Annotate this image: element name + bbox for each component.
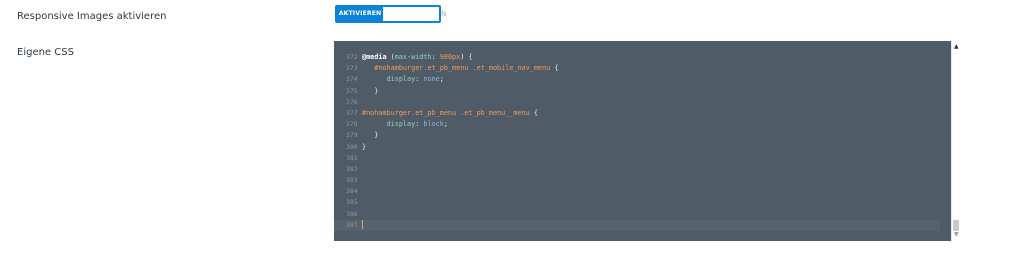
code-token: {: [550, 64, 559, 73]
scrollbar-thumb[interactable]: [953, 220, 959, 231]
line-number: 387: [346, 220, 358, 229]
code-text: #nohamburger.et_pb_menu .et_mobile_nav_m…: [362, 63, 558, 74]
code-line[interactable]: 372 @media (max-width: 980px) {: [334, 52, 951, 63]
line-number: 377: [346, 108, 358, 117]
code-line[interactable]: 377 #nohamburger.et_pb_menu .et_pb_menu__…: [334, 108, 951, 119]
text-cursor: [362, 220, 363, 230]
code-text: }: [362, 142, 366, 153]
code-text: display: block;: [362, 119, 448, 130]
line-number: 382: [346, 164, 358, 173]
code-line[interactable]: 384: [334, 186, 951, 197]
toggle-on-label: AKTIVIEREN: [337, 7, 383, 21]
code-token: ;: [439, 75, 444, 84]
code-line[interactable]: 381: [334, 153, 951, 164]
code-text: @media (max-width: 980px) {: [362, 52, 473, 63]
line-number: 385: [346, 198, 358, 207]
line-number: 378: [346, 120, 358, 129]
code-token: #nohamburger.et_pb_menu .et_pb_menu__men…: [362, 108, 530, 117]
code-token: max-width: [394, 53, 432, 61]
scroll-up-icon[interactable]: ▲: [954, 44, 959, 50]
code-token: @media: [362, 53, 387, 61]
code-token: #nohamburger.et_pb_menu .et_mobile_nav_m…: [374, 64, 551, 73]
code-line[interactable]: 375 }: [334, 86, 951, 97]
code-token: }: [362, 142, 367, 151]
code-line[interactable]: 385: [334, 197, 951, 208]
code-token: block: [423, 120, 444, 129]
code-text: }: [362, 130, 378, 141]
responsive-images-label: Responsive Images aktivieren: [17, 11, 167, 22]
code-line[interactable]: 379 }: [334, 130, 951, 141]
line-number: 376: [346, 97, 358, 106]
line-number: 375: [346, 86, 358, 95]
responsive-images-toggle[interactable]: AKTIVIEREN N: [335, 5, 446, 23]
line-number: 374: [346, 75, 358, 84]
code-text: display: none;: [362, 74, 444, 85]
code-line[interactable]: 373 #nohamburger.et_pb_menu .et_mobile_n…: [334, 63, 951, 74]
line-number: 383: [346, 176, 358, 185]
code-line[interactable]: 382: [334, 164, 951, 175]
code-line[interactable]: 376: [334, 97, 951, 108]
code-line[interactable]: 380}: [334, 142, 951, 153]
code-token: {: [529, 108, 538, 117]
line-number: 384: [346, 187, 358, 196]
code-text: #nohamburger.et_pb_menu .et_pb_menu__men…: [362, 108, 538, 119]
code-token: none: [423, 75, 440, 84]
scroll-down-icon[interactable]: ▼: [954, 232, 959, 238]
line-number: 386: [346, 209, 358, 218]
code-token: :: [431, 53, 440, 61]
code-line[interactable]: 378 display: block;: [334, 119, 951, 130]
code-token: ;: [443, 120, 448, 129]
code-token: ) {: [460, 53, 473, 61]
line-number: 380: [346, 142, 358, 151]
code-token: (: [386, 53, 395, 61]
line-number: 373: [346, 64, 358, 73]
code-text: }: [362, 86, 378, 97]
code-line[interactable]: 383: [334, 175, 951, 186]
line-number: 372: [346, 53, 358, 61]
code-token: 980px: [439, 53, 461, 61]
code-line[interactable]: 387: [334, 219, 940, 231]
css-code-editor[interactable]: 372 @media (max-width: 980px) {373 #noham…: [334, 41, 951, 241]
code-lines: 372 @media (max-width: 980px) {373 #noham…: [334, 52, 951, 231]
code-text: [362, 220, 363, 231]
toggle-off-label: N: [441, 10, 447, 18]
line-number: 381: [346, 153, 358, 162]
line-number: 379: [346, 131, 358, 140]
custom-css-label: Eigene CSS: [17, 47, 74, 58]
code-line[interactable]: 386: [334, 209, 951, 220]
editor-scrollbar[interactable]: ▲ ▼: [951, 41, 961, 241]
code-token: display: [386, 120, 416, 129]
code-token: display: [386, 75, 416, 84]
code-token: }: [362, 86, 379, 95]
code-token: }: [362, 131, 379, 140]
code-line[interactable]: 374 display: none;: [334, 74, 951, 85]
